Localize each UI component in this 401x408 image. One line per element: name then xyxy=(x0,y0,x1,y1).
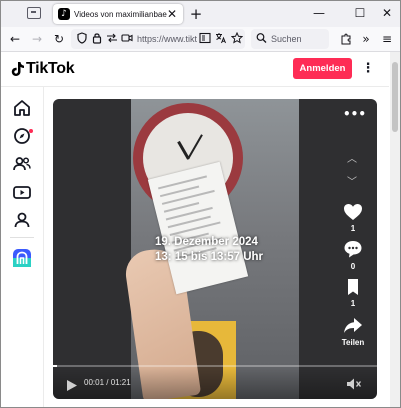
caption-date: 19. Dezember 2024 xyxy=(155,236,258,248)
new-tab-button[interactable]: + xyxy=(189,4,203,24)
camera-icon[interactable] xyxy=(121,32,133,46)
tiktok-favicon-icon: ♪ xyxy=(58,8,70,20)
sidebar-divider xyxy=(10,237,34,238)
url-text[interactable]: https://www.tiktok xyxy=(137,32,197,46)
previous-video-button[interactable]: ︿ xyxy=(344,153,360,167)
share-icon[interactable] xyxy=(342,315,364,335)
tiktok-logo-text[interactable]: TikTok xyxy=(26,60,96,78)
profile-icon[interactable] xyxy=(11,209,33,231)
share-label[interactable]: Teilen xyxy=(333,337,373,349)
page-scrollbar[interactable] xyxy=(390,52,400,407)
tiktok-logo-icon[interactable] xyxy=(11,61,25,77)
play-icon[interactable] xyxy=(66,377,78,391)
video-caption-overlay: 19. Dezember 2024 13: 15 bis 13:57 Uhr xyxy=(155,235,305,265)
video-controls: 00:01 / 01:21 xyxy=(53,367,377,399)
tiktok-header: TikTok Anmelden ⋮ xyxy=(1,52,389,87)
permissions-icon[interactable] xyxy=(106,32,118,46)
close-window-button[interactable]: ✕ xyxy=(375,3,399,23)
lock-icon[interactable] xyxy=(91,32,103,46)
back-button[interactable]: ← xyxy=(6,29,24,49)
comment-icon[interactable] xyxy=(342,239,364,259)
browser-nav-bar: ← → ↻ https://www.tiktok Suchen xyxy=(1,27,400,52)
mute-icon[interactable] xyxy=(346,376,362,390)
app-icon[interactable] xyxy=(11,247,33,269)
video-player[interactable]: 19. Dezember 2024 13: 15 bis 13:57 Uhr •… xyxy=(53,99,377,399)
bookmark-icon[interactable] xyxy=(342,277,364,297)
extensions-icon[interactable] xyxy=(337,29,355,49)
like-icon[interactable] xyxy=(342,202,364,222)
minimize-button[interactable]: — xyxy=(307,3,331,23)
maximize-button[interactable]: ☐ xyxy=(348,3,372,23)
sidebar xyxy=(1,87,44,407)
overflow-menu-button[interactable]: » xyxy=(357,29,375,49)
address-bar[interactable]: https://www.tiktok xyxy=(71,29,245,49)
shield-icon[interactable] xyxy=(76,32,88,46)
reader-view-icon[interactable] xyxy=(199,32,211,46)
explore-notification-dot xyxy=(29,129,33,133)
tab-title: Videos von maximilianbaehring xyxy=(74,10,167,19)
video-time: 00:01 / 01:21 xyxy=(84,378,131,387)
like-count: 1 xyxy=(350,224,356,233)
browser-tab-bar: ♪ Videos von maximilianbaehring ✕ + — ☐ … xyxy=(1,1,400,27)
browser-tab[interactable]: ♪ Videos von maximilianbaehring ✕ xyxy=(53,4,183,24)
search-bar[interactable]: Suchen xyxy=(251,29,329,49)
search-placeholder[interactable]: Suchen xyxy=(271,32,326,46)
more-menu-button[interactable]: ⋮ xyxy=(361,58,375,79)
save-count: 1 xyxy=(350,299,356,308)
translate-icon[interactable] xyxy=(215,32,227,46)
app-menu-button[interactable]: ≡ xyxy=(378,29,396,49)
next-video-button[interactable]: ﹀ xyxy=(344,176,360,190)
home-icon[interactable] xyxy=(11,97,33,119)
caption-time: 13: 15 bis 13:57 Uhr xyxy=(155,251,264,263)
scrollbar-thumb[interactable] xyxy=(392,62,398,132)
video-options-button[interactable]: ••• xyxy=(343,107,366,121)
tab-close-icon[interactable]: ✕ xyxy=(165,6,179,22)
following-icon[interactable] xyxy=(11,153,33,175)
live-icon[interactable] xyxy=(11,181,33,203)
login-button[interactable]: Anmelden xyxy=(293,58,352,79)
search-icon xyxy=(256,32,268,46)
comment-count: 0 xyxy=(350,262,356,271)
bookmark-star-icon[interactable] xyxy=(230,31,244,46)
reload-button[interactable]: ↻ xyxy=(50,29,68,49)
tab-list-icon[interactable] xyxy=(27,7,41,19)
forward-button[interactable]: → xyxy=(28,29,46,49)
